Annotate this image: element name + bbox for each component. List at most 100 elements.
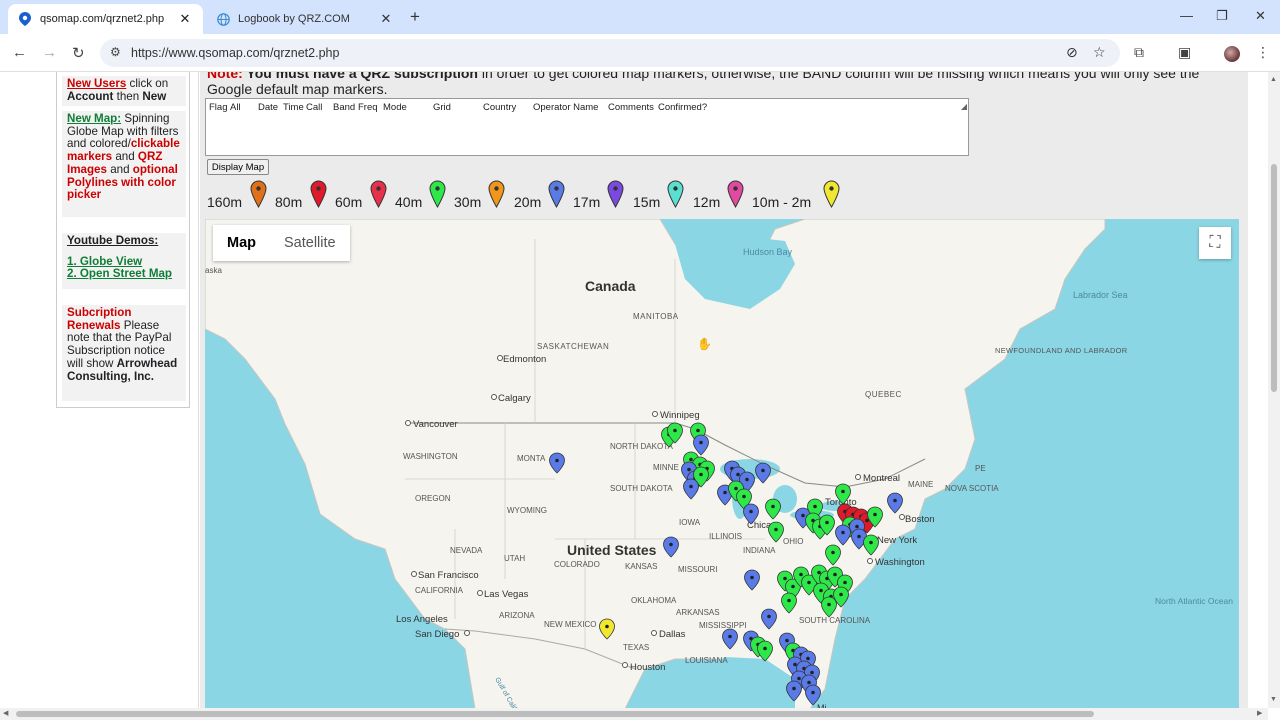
legend-label: 17m — [573, 194, 601, 210]
map-label-canada: Canada — [585, 278, 636, 294]
map-label: Dallas — [659, 629, 686, 640]
close-tab-icon[interactable]: ✕ — [378, 11, 394, 27]
map-pin-icon — [429, 180, 446, 208]
profile-avatar[interactable] — [1224, 46, 1240, 62]
map-pin-icon — [727, 180, 744, 208]
scroll-up-icon[interactable]: ▲ — [1270, 76, 1277, 83]
column-label: Country — [483, 102, 517, 113]
extensions-icon[interactable]: ⧉ — [1134, 44, 1144, 61]
column-label: Operator Name — [533, 102, 599, 113]
scroll-right-icon[interactable]: ▶ — [1257, 709, 1262, 717]
map-label: MAINE — [908, 480, 933, 489]
map-label: Houston — [630, 662, 665, 673]
map-label: NORTH DAKOTA — [610, 442, 673, 451]
tab-title: qsomap.com/qrznet2.php — [40, 13, 165, 25]
eye-off-icon[interactable]: ⊘ — [1066, 44, 1078, 61]
map-label: PE — [975, 464, 986, 473]
map-pin-icon — [823, 180, 840, 208]
qsomap-favicon — [18, 12, 32, 26]
map-label: San Francisco — [418, 570, 479, 581]
maximize-icon[interactable]: ❐ — [1216, 8, 1228, 24]
back-icon[interactable]: ← — [12, 44, 27, 61]
map-label: ILLINOIS — [709, 532, 742, 541]
bookmark-star-icon[interactable]: ☆ — [1093, 44, 1106, 61]
close-window-icon[interactable]: ✕ — [1255, 8, 1266, 24]
map-label: TEXAS — [623, 643, 649, 652]
resize-handle-icon[interactable]: ◢ — [961, 102, 967, 154]
map-label: Los Angeles — [396, 614, 448, 625]
reload-icon[interactable]: ↻ — [72, 44, 85, 62]
vertical-scrollbar[interactable]: ▲ ▼ — [1268, 72, 1280, 708]
main-content: Note: You must have a QRZ subscription i… — [200, 72, 1248, 708]
horizontal-scroll-thumb[interactable] — [16, 711, 1094, 717]
horizontal-scrollbar[interactable]: ◀ ▶ — [0, 708, 1268, 720]
forward-icon[interactable]: → — [42, 44, 57, 61]
map-label: MISSISSIPPI — [699, 621, 747, 630]
new-tab-icon[interactable]: + — [410, 7, 420, 27]
new-map-link[interactable]: New Map: — [67, 112, 121, 125]
column-label: All — [230, 102, 241, 113]
minimize-icon[interactable]: — — [1180, 8, 1193, 23]
scroll-left-icon[interactable]: ◀ — [3, 709, 8, 717]
legend-label: 10m - 2m — [752, 194, 812, 210]
map-label: CALIFORNIA — [415, 586, 464, 595]
legend-label: 160m — [207, 194, 243, 210]
legend-label: 60m — [335, 194, 363, 210]
text: and — [112, 150, 138, 164]
band-legend: 160m 80m 60m 40m 30m 20m 17m 15m 12m 10m… — [200, 180, 900, 212]
fullscreen-icon[interactable]: ⛶ — [1199, 227, 1231, 259]
column-label: Call — [306, 102, 323, 113]
column-label: Date — [258, 102, 279, 113]
map-label: Edmonton — [503, 354, 546, 365]
map-pin-icon — [310, 180, 327, 208]
map-canvas[interactable]: Canada United States Hudson Bay Labrador… — [205, 219, 1239, 708]
menu-icon[interactable]: ⋮ — [1256, 44, 1270, 61]
map-label: Las Vegas — [484, 589, 529, 600]
map-label: LOUISIANA — [685, 656, 728, 665]
browser-tab-bar: qsomap.com/qrznet2.php ✕ Logbook by QRZ.… — [0, 0, 1280, 34]
map-pin-icon — [488, 180, 505, 208]
text: and — [106, 162, 133, 176]
browser-toolbar: ← → ↻ ⚙ https://www.qsomap.com/qrznet2.p… — [0, 34, 1280, 72]
map-pin-icon — [667, 180, 684, 208]
tab-qsomap[interactable]: qsomap.com/qrznet2.php ✕ — [8, 4, 203, 34]
map-type-control: Map Satellite — [213, 225, 350, 261]
map-label: Washington — [875, 557, 925, 568]
map-type-map-button[interactable]: Map — [213, 225, 270, 261]
address-bar[interactable]: ⚙ https://www.qsomap.com/qrznet2.php ⊘ ☆ — [100, 39, 1120, 67]
tab-qrz-logbook[interactable]: Logbook by QRZ.COM ✕ — [206, 4, 404, 34]
site-info-icon[interactable]: ⚙ — [110, 45, 121, 59]
left-sidebar: New Users click on Account then New New … — [56, 72, 190, 408]
text: click on — [126, 77, 169, 90]
column-label: Confirmed? — [658, 102, 708, 113]
display-map-button[interactable]: Display Map — [207, 159, 269, 175]
column-label: Freq — [358, 102, 378, 113]
map-label: KANSAS — [625, 562, 657, 571]
map-label-atlantic: North Atlantic Ocean — [1155, 596, 1233, 606]
legend-label: 20m — [514, 194, 542, 210]
map-label: ARIZONA — [499, 611, 535, 620]
qso-map[interactable]: Canada United States Hudson Bay Labrador… — [205, 219, 1239, 708]
column-label: Mode — [383, 102, 407, 113]
map-label: OREGON — [415, 494, 451, 503]
side-panel-icon[interactable]: ▣ — [1178, 44, 1191, 61]
map-label: ARKANSAS — [676, 608, 720, 617]
map-label: NEW MEXICO — [544, 620, 596, 629]
log-input-textarea[interactable]: Flag All Date Time Call Band Freq Mode G… — [205, 98, 969, 156]
map-label: Winnipeg — [660, 410, 700, 421]
legend-label: 80m — [275, 194, 303, 210]
vertical-scroll-thumb[interactable] — [1271, 164, 1277, 392]
open-street-map-link[interactable]: 2. Open Street Map — [67, 268, 181, 281]
new-users-link[interactable]: New Users — [67, 77, 126, 90]
close-tab-icon[interactable]: ✕ — [177, 11, 193, 27]
map-pin-icon — [370, 180, 387, 208]
text: then — [113, 89, 143, 103]
legend-label: 40m — [395, 194, 423, 210]
map-label: aska — [205, 266, 222, 275]
subscription-note: Note: You must have a QRZ subscription i… — [207, 72, 1247, 97]
map-type-satellite-button[interactable]: Satellite — [270, 225, 350, 261]
text: Account — [67, 89, 114, 103]
scroll-down-icon[interactable]: ▼ — [1270, 696, 1277, 703]
grab-cursor-icon: ✋ — [697, 337, 712, 351]
map-label: New York — [877, 535, 917, 546]
